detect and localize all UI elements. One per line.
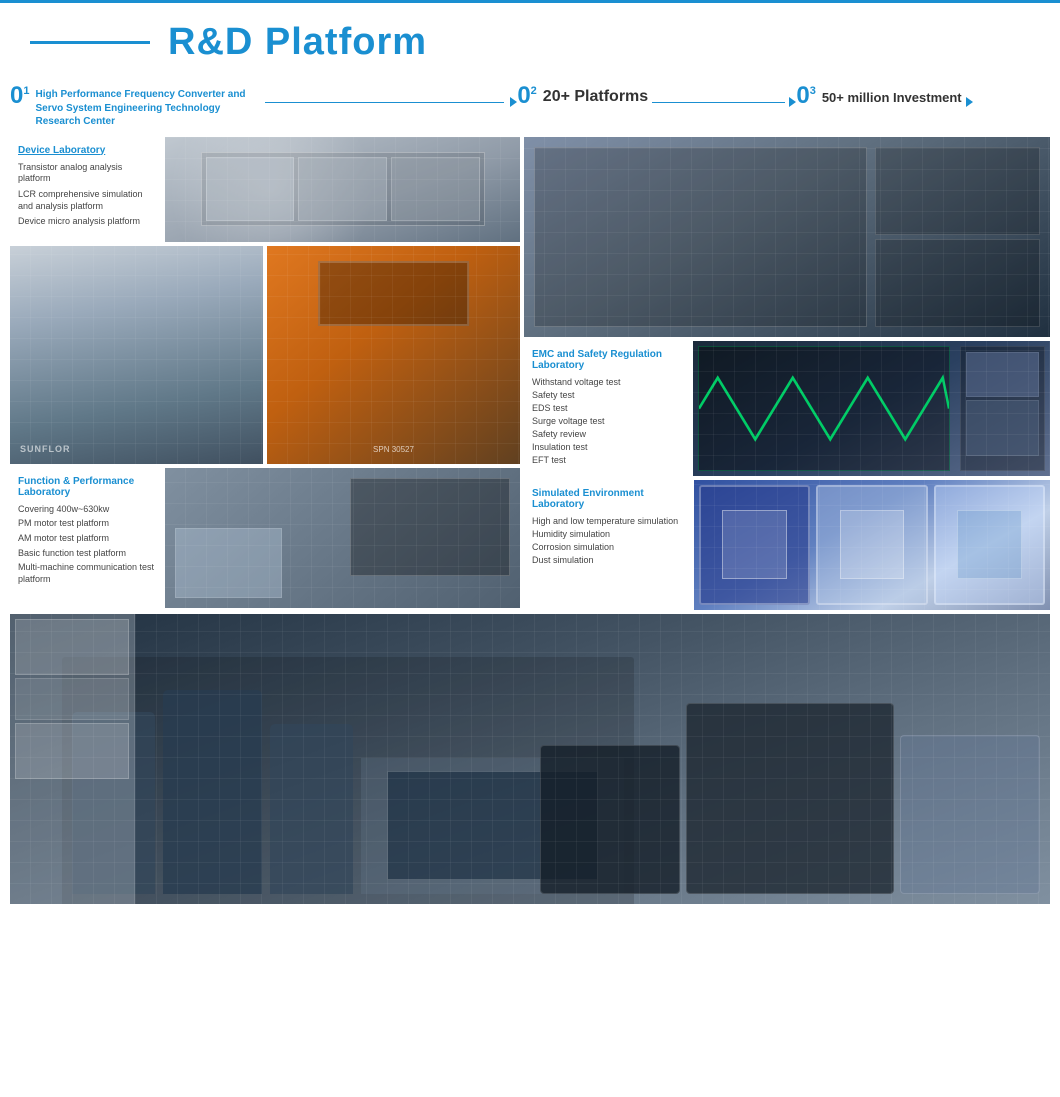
section-labels-row: 01 High Performance Frequency Converter … — [0, 74, 1060, 137]
sim-lab-image — [694, 480, 1050, 610]
device-lab-text: Device Laboratory Transistor analog anal… — [10, 137, 165, 242]
device-lab-image — [165, 137, 520, 242]
right-column: EMC and Safety Regulation Laboratory Wit… — [520, 137, 1050, 610]
emc-lab-title: EMC and Safety Regulation Laboratory — [532, 349, 681, 371]
sim-lab-item-3: Corrosion simulation — [532, 542, 686, 552]
servo-test-image — [524, 137, 1050, 337]
section-02-label: 20+ Platforms — [543, 84, 648, 106]
sim-lab-text: Simulated Environment Laboratory High an… — [524, 480, 694, 610]
device-lab-item-2: LCR comprehensive simulation and analysi… — [18, 189, 157, 212]
sim-lab-title: Simulated Environment Laboratory — [532, 488, 686, 510]
main-content-grid: Device Laboratory Transistor analog anal… — [0, 137, 1060, 610]
page-header: R&D Platform — [0, 0, 1060, 74]
emc-lab-text: EMC and Safety Regulation Laboratory Wit… — [524, 341, 689, 476]
function-lab-item-1: Covering 400w~630kw — [18, 504, 157, 516]
emc-lab-item-4: Surge voltage test — [532, 416, 681, 426]
left-column: Device Laboratory Transistor analog anal… — [10, 137, 520, 610]
sim-lab-section: Simulated Environment Laboratory High an… — [524, 480, 1050, 610]
function-lab-text: Function & Performance Laboratory Coveri… — [10, 468, 165, 608]
emc-lab-item-6: Insulation test — [532, 442, 681, 452]
page-title: R&D Platform — [168, 21, 427, 64]
function-lab-section: Function & Performance Laboratory Coveri… — [10, 468, 520, 608]
emc-lab-item-5: Safety review — [532, 429, 681, 439]
sim-lab-item-1: High and low temperature simulation — [532, 516, 686, 526]
section-label-03: 03 50+ million Investment — [796, 84, 1050, 108]
function-lab-item-4: Basic function test platform — [18, 548, 157, 560]
emc-lab-item-3: EDS test — [532, 403, 681, 413]
factory-image-1: SUNFLOR — [10, 246, 263, 464]
device-lab-item-1: Transistor analog analysis platform — [18, 162, 157, 185]
section-01-number: 01 — [10, 84, 29, 108]
emc-lab-section: EMC and Safety Regulation Laboratory Wit… — [524, 341, 1050, 476]
emc-lab-item-7: EFT test — [532, 455, 681, 465]
bottom-panoramic-image — [10, 614, 1050, 904]
sim-lab-item-2: Humidity simulation — [532, 529, 686, 539]
function-lab-item-5: Multi-machine communication test platfor… — [18, 562, 157, 585]
section-03-label: 50+ million Investment — [822, 84, 962, 105]
device-lab-section: Device Laboratory Transistor analog anal… — [10, 137, 520, 242]
device-lab-item-3: Device micro analysis platform — [18, 216, 157, 228]
orange-machine-image: SPN 30527 — [267, 246, 520, 464]
factory-images-row: SUNFLOR SPN 30527 — [10, 246, 520, 464]
device-lab-title: Device Laboratory — [18, 145, 157, 156]
section-label-02: 02 20+ Platforms — [517, 84, 796, 108]
emc-lab-image — [693, 341, 1050, 476]
emc-lab-item-1: Withstand voltage test — [532, 377, 681, 387]
section-02-number: 02 — [517, 84, 536, 108]
emc-lab-item-2: Safety test — [532, 390, 681, 400]
function-lab-image — [165, 468, 520, 608]
sim-lab-item-4: Dust simulation — [532, 555, 686, 565]
section-label-01: 01 High Performance Frequency Converter … — [10, 84, 517, 129]
function-lab-item-2: PM motor test platform — [18, 518, 157, 530]
function-lab-item-3: AM motor test platform — [18, 533, 157, 545]
section-01-label: High Performance Frequency Converter and… — [35, 84, 255, 129]
section-03-number: 03 — [796, 84, 815, 108]
function-lab-title: Function & Performance Laboratory — [18, 476, 157, 498]
header-accent-line — [30, 41, 150, 44]
